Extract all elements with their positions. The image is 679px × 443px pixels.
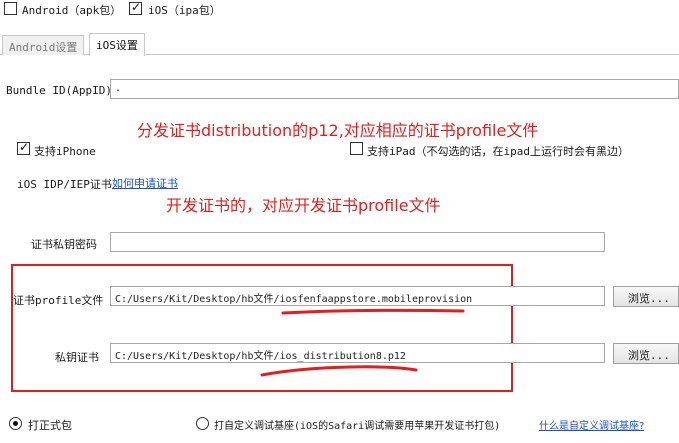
- custom-base-help-link[interactable]: 什么是自定义调试基座?: [539, 417, 644, 432]
- profile-underline: [281, 308, 465, 315]
- private-key-underline: [260, 365, 418, 377]
- custom-base-radio[interactable]: [196, 417, 209, 430]
- formal-package-radio[interactable]: [9, 417, 22, 430]
- custom-base-label: 打自定义调试基座(iOS的Safari调试需要用苹果开发证书打包): [214, 421, 501, 432]
- annotation-underlines: [260, 308, 465, 377]
- formal-package-label: 打正式包: [28, 419, 72, 432]
